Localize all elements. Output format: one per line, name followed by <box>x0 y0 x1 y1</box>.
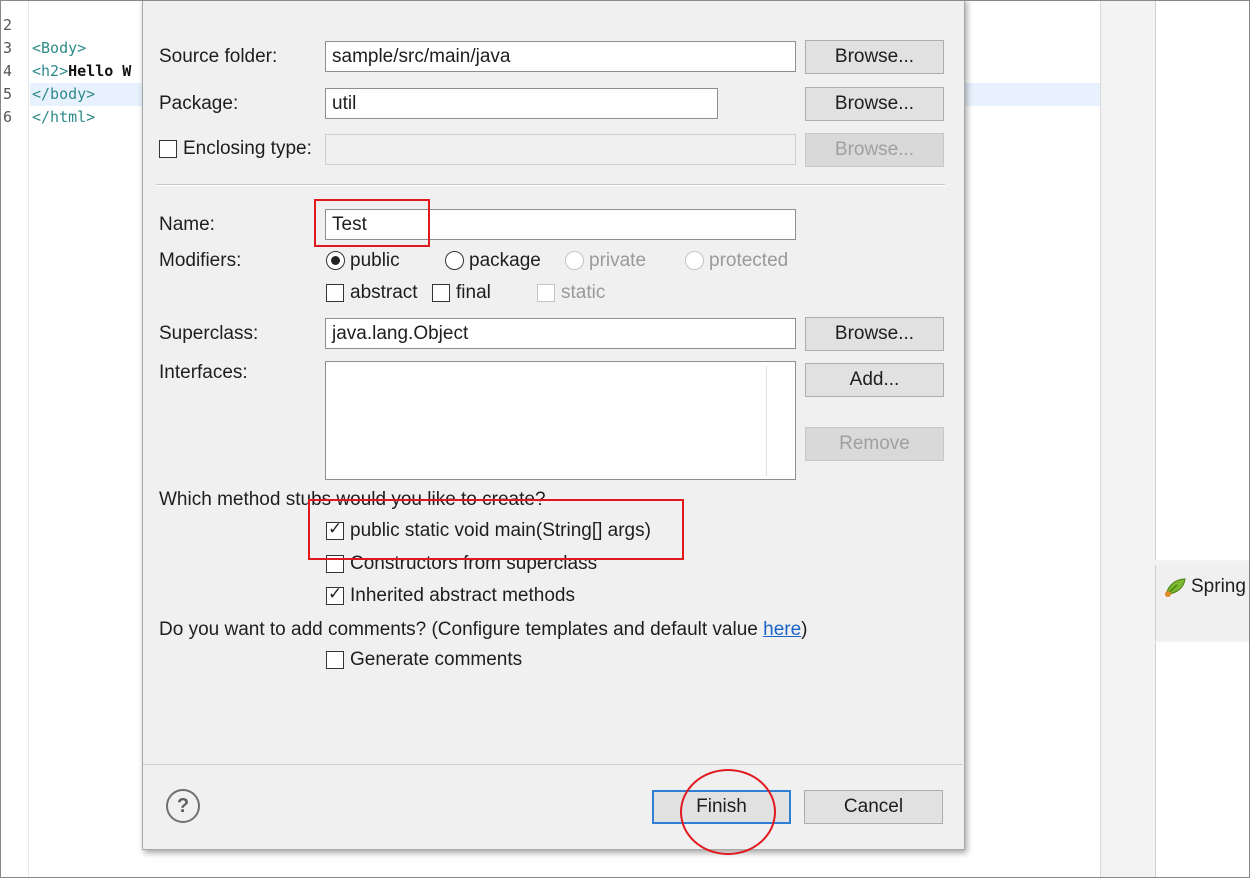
code-line: 4 </body> <box>0 37 95 103</box>
protected-radio-label: protected <box>709 250 789 271</box>
main-method-label: public static void main(String[] args) <box>350 520 651 541</box>
method-stubs-question: Which method stubs would you like to cre… <box>159 489 546 510</box>
code-text: </body> <box>32 85 96 103</box>
configure-templates-link[interactable]: here <box>763 619 801 640</box>
finish-button[interactable]: Finish <box>652 790 791 824</box>
help-icon[interactable]: ? <box>166 789 200 823</box>
enclosing-type-browse-button[interactable]: Browse... <box>805 133 944 167</box>
code-text: <h2>Hello W <box>32 62 132 80</box>
public-radio-label: public <box>350 250 400 271</box>
constructors-checkbox[interactable] <box>326 555 344 573</box>
code-line: 2 <Body> <box>0 0 86 57</box>
abstract-checkbox[interactable] <box>326 284 344 302</box>
add-interface-button[interactable]: Add... <box>805 363 944 397</box>
package-browse-button[interactable]: Browse... <box>805 87 944 121</box>
package-radio[interactable] <box>445 251 464 270</box>
spring-leaf-icon <box>1162 575 1188 605</box>
code-line: 5 </html> <box>0 60 95 126</box>
spring-view-tab[interactable]: Spring <box>1155 565 1250 641</box>
button-bar-divider <box>143 764 963 765</box>
outline-view <box>1155 0 1250 560</box>
static-checkbox-label: static <box>561 282 606 303</box>
generate-comments-label: Generate comments <box>350 649 523 670</box>
private-radio-label: private <box>589 250 647 271</box>
spring-tab-label: Spring <box>1191 576 1246 597</box>
remove-interface-button[interactable]: Remove <box>805 427 944 461</box>
lower-view <box>1155 642 1250 878</box>
separator <box>156 184 945 186</box>
superclass-label: Superclass: <box>159 323 259 344</box>
source-folder-label: Source folder: <box>159 46 278 67</box>
package-radio-label: package <box>469 250 541 271</box>
source-folder-browse-button[interactable]: Browse... <box>805 40 944 74</box>
package-label: Package: <box>159 93 239 114</box>
inherited-methods-label: Inherited abstract methods <box>350 585 575 606</box>
enclosing-type-checkbox[interactable] <box>159 140 177 158</box>
enclosing-type-input[interactable] <box>325 134 796 165</box>
abstract-checkbox-label: abstract <box>350 282 418 303</box>
superclass-browse-button[interactable]: Browse... <box>805 317 944 351</box>
name-label: Name: <box>159 214 215 235</box>
public-radio[interactable] <box>326 251 345 270</box>
constructors-label: Constructors from superclass <box>350 553 598 574</box>
interfaces-list[interactable] <box>325 361 796 480</box>
final-checkbox[interactable] <box>432 284 450 302</box>
interfaces-label: Interfaces: <box>159 362 248 383</box>
main-method-checkbox[interactable]: ✓ <box>326 519 344 540</box>
final-checkbox-label: final <box>456 282 491 303</box>
enclosing-type-label: Enclosing type: <box>183 138 312 159</box>
superclass-input[interactable]: java.lang.Object <box>325 318 796 349</box>
line-number: 6 <box>3 108 13 126</box>
protected-radio[interactable] <box>685 251 704 270</box>
static-checkbox[interactable] <box>537 284 555 302</box>
cancel-button[interactable]: Cancel <box>804 790 943 824</box>
code-line: 3 <h2>Hello W <box>0 14 131 80</box>
list-scrollbar-divider <box>766 366 767 476</box>
code-text: </html> <box>32 108 96 126</box>
modifiers-label: Modifiers: <box>159 250 242 271</box>
package-input[interactable]: util <box>325 88 718 119</box>
comments-question: Do you want to add comments? (Configure … <box>159 619 808 640</box>
inherited-methods-checkbox[interactable]: ✓ <box>326 584 344 605</box>
class-name-input[interactable]: Test <box>325 209 796 240</box>
private-radio[interactable] <box>565 251 584 270</box>
generate-comments-checkbox[interactable] <box>326 651 344 669</box>
source-folder-input[interactable]: sample/src/main/java <box>325 41 796 72</box>
code-line: 6 <box>0 83 36 126</box>
code-text: <Body> <box>32 39 87 57</box>
